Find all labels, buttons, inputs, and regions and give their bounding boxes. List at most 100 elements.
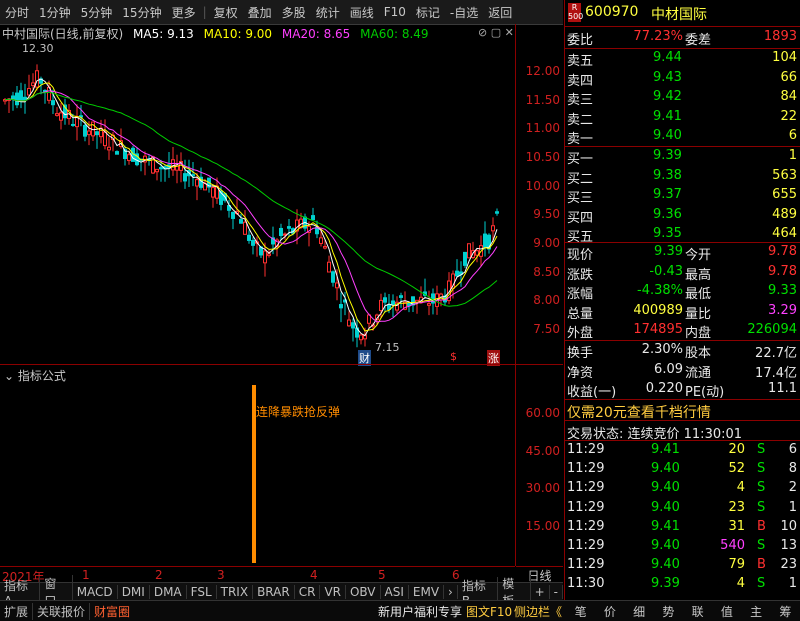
ask-volume: 104 (772, 50, 797, 65)
ask-row: 卖四 9.43 66 (565, 69, 800, 89)
bid-label: 买四 (567, 210, 594, 226)
indicator-tab-11[interactable]: ASI (381, 585, 409, 599)
panel-tab-0[interactable]: 笔 (575, 603, 587, 620)
quote-stat-label: 现价 (567, 248, 594, 263)
indicator-tab-13[interactable]: › (444, 585, 458, 599)
candle-body (279, 227, 283, 237)
fund-stat-row: 净资 6.09 流通 17.4亿 (565, 361, 800, 381)
bid-price: 9.35 (653, 226, 682, 241)
indicator-tab-12[interactable]: EMV (409, 585, 445, 599)
ask-row: 卖五 9.44 104 (565, 49, 800, 69)
ask-volume: 84 (780, 89, 797, 104)
candle-body (323, 246, 327, 249)
candle-body (231, 211, 235, 219)
toolbar-13[interactable]: 返回 (483, 4, 517, 21)
indicator-tab-6[interactable]: TRIX (217, 585, 254, 599)
candle-body (315, 227, 319, 235)
toolbar-1[interactable]: 1分钟 (34, 4, 76, 21)
candle-body (347, 319, 351, 327)
indicator-tab-10[interactable]: OBV (346, 585, 381, 599)
toolbar-12[interactable]: -自选 (445, 4, 483, 21)
panel-tab-6[interactable]: 主 (750, 603, 762, 620)
bid-row: 买三 9.37 655 (565, 186, 800, 206)
tick-row: 11:29 9.40 52 S 8 (565, 460, 800, 479)
fund-stat-row: 换手 2.30% 股本 22.7亿 (565, 341, 800, 361)
month-tick: 3 (217, 568, 225, 582)
toolbar-6[interactable]: 叠加 (243, 4, 277, 21)
panel-tab-5[interactable]: 值 (721, 603, 733, 620)
indicator-title[interactable]: ⌄ 指标公式 (4, 367, 66, 384)
toolbar-8[interactable]: 统计 (311, 4, 345, 21)
panel-tab-2[interactable]: 细 (633, 603, 645, 620)
indicator-tab-5[interactable]: FSL (187, 585, 217, 599)
price-axis: 12.00 11.50 11.00 10.50 10.00 9.50 9.00 8.50 8.0… (515, 24, 564, 364)
tick-price: 9.40 (651, 461, 680, 477)
panel-tab-1[interactable]: 价 (604, 603, 616, 620)
tick-count: 8 (788, 461, 797, 477)
toolbar-5[interactable]: 复权 (209, 4, 243, 21)
candle-body (115, 151, 119, 155)
fund-stat-label: 股本 (685, 346, 712, 361)
toolbar-11[interactable]: 标记 (411, 4, 445, 21)
toolbar-0[interactable]: 分时 (0, 4, 34, 21)
candle-body (243, 221, 247, 235)
month-tick: 1 (82, 568, 90, 582)
panel-tab-3[interactable]: 势 (662, 603, 674, 620)
indicator-tab-8[interactable]: CR (295, 585, 321, 599)
trade-status-row: 交易状态: 连续竞价 11:30:01 (567, 427, 743, 442)
dividend-marker[interactable]: $ (450, 350, 457, 363)
toolbar-9[interactable]: 画线 (345, 4, 379, 21)
quote-stat-label: 涨幅 (567, 287, 594, 302)
price-tick: 11.00 (525, 121, 560, 136)
expand-button[interactable]: 扩展 (0, 603, 32, 620)
toolbar-10[interactable]: F10 (379, 5, 411, 19)
toolbar-7[interactable]: 多股 (277, 4, 311, 21)
time-axis: 2021年 123456 (0, 566, 515, 584)
candle-body (211, 187, 215, 198)
stock-title: 中村国际(日线,前复权) (2, 27, 124, 41)
ma20-legend: MA20: 8.65 (281, 27, 351, 41)
toolbar-4[interactable]: 更多 (167, 4, 201, 21)
tick-volume: 20 (728, 442, 745, 457)
bid-label: 买二 (567, 171, 594, 187)
fund-stat-value: 0.220 (645, 381, 683, 396)
chart-toolbar: 分时 1分钟 5分钟 15分钟 更多 | 复权 叠加 多股 统计 画线 F10 标记 -自选 返回 (0, 0, 563, 25)
tick-time: 11:29 (567, 538, 605, 553)
price-tick: 8.00 (533, 293, 560, 308)
indicator-tab-9[interactable]: VR (320, 585, 346, 599)
panel-tab-7[interactable]: 筹 (779, 603, 791, 620)
fund-stat-label: 流通 (685, 365, 712, 381)
candle-body (251, 240, 255, 246)
panel-tab-4[interactable]: 联 (692, 603, 704, 620)
f10-button[interactable]: 图文F10 (466, 603, 512, 620)
bid-price: 9.39 (653, 148, 682, 163)
quote-stat-label: 外盘 (567, 326, 594, 341)
indicator-tab-3[interactable]: DMI (118, 585, 150, 599)
chart-window-controls[interactable]: ⊘ ▢ ✕ (478, 26, 514, 39)
tick-row: 11:29 9.40 79 B 23 (565, 556, 800, 575)
indicator-tab-16[interactable]: + (531, 585, 550, 599)
new-user-promo[interactable]: 新用户福利专享 (378, 603, 462, 620)
collapse-icon[interactable]: ⌄ (4, 369, 14, 383)
candle-body (171, 159, 175, 171)
indicator-tab-2[interactable]: MACD (73, 585, 118, 599)
candle-body (379, 299, 383, 312)
toolbar-2[interactable]: 5分钟 (76, 4, 118, 21)
fortune-circle-button[interactable]: 财富圈 (89, 602, 134, 620)
related-quote-button[interactable]: 关联报价 (32, 602, 89, 620)
indicator-tab-7[interactable]: BRAR (253, 585, 295, 599)
ask-label: 卖二 (567, 112, 594, 128)
promo-row[interactable]: 仅需20元查看千档行情 (565, 401, 800, 421)
tick-volume: 540 (720, 538, 745, 553)
candlestick-chart[interactable] (0, 40, 515, 364)
indicator-tab-17[interactable]: - (550, 585, 563, 599)
toolbar-3[interactable]: 15分钟 (117, 4, 166, 21)
low-price-label: 7.15 (375, 341, 400, 354)
fund-stat-label: 收益(一) (567, 385, 617, 400)
candle-body (95, 131, 99, 136)
tick-time: 11:29 (567, 461, 605, 477)
tick-volume: 4 (736, 576, 745, 592)
sidebar-button[interactable]: 侧边栏《 (514, 603, 562, 620)
indicator-tab-4[interactable]: DMA (150, 585, 187, 599)
ask-price: 9.43 (653, 69, 682, 85)
